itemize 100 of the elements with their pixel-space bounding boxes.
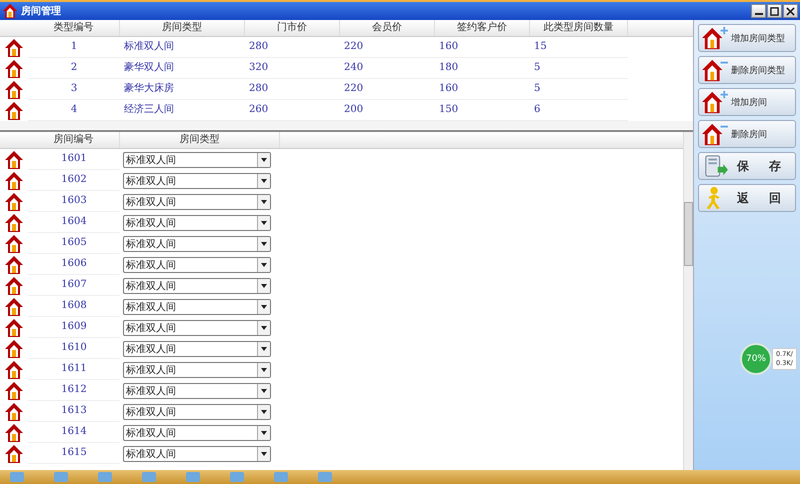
close-button[interactable] bbox=[783, 4, 798, 18]
table-cell: 15 bbox=[530, 37, 628, 58]
column-header[interactable]: 门市价 bbox=[245, 20, 340, 36]
house-icon bbox=[4, 150, 24, 170]
house-icon bbox=[4, 212, 24, 232]
room-type-dropdown[interactable]: 标准双人间 bbox=[123, 214, 271, 230]
action-button[interactable]: 返 回 bbox=[698, 184, 796, 212]
table-cell: 1611 bbox=[28, 359, 120, 380]
table-cell: 1603 bbox=[28, 191, 120, 212]
room-type-dropdown[interactable]: 标准双人间 bbox=[123, 194, 271, 210]
table-cell: 220 bbox=[340, 79, 435, 100]
house-icon bbox=[4, 296, 24, 316]
dropdown-arrow-icon bbox=[261, 410, 267, 414]
dropdown-arrow-icon bbox=[261, 346, 267, 350]
minimize-icon bbox=[754, 13, 762, 15]
house-icon bbox=[4, 192, 24, 212]
minimize-button[interactable] bbox=[751, 4, 766, 18]
app-icon[interactable] bbox=[318, 472, 332, 482]
action-button[interactable]: 删除房间 bbox=[698, 120, 796, 148]
room-type-dropdown[interactable]: 标准双人间 bbox=[123, 404, 271, 420]
column-header[interactable]: 房间类型 bbox=[120, 20, 245, 36]
action-button[interactable]: 删除房间类型 bbox=[698, 56, 796, 84]
table-cell: 1608 bbox=[28, 296, 120, 317]
table-cell: 160 bbox=[435, 37, 530, 58]
dropdown-arrow-icon bbox=[261, 284, 267, 288]
scrollbar[interactable] bbox=[683, 132, 693, 470]
column-header[interactable]: 类型编号 bbox=[28, 20, 120, 36]
room-type-dropdown[interactable]: 标准双人间 bbox=[123, 362, 271, 378]
dropdown-arrow-icon bbox=[261, 262, 267, 266]
house-icon bbox=[4, 318, 24, 338]
column-header[interactable]: 房间类型 bbox=[120, 132, 280, 148]
table-cell: 2 bbox=[28, 58, 120, 79]
table-cell: 1604 bbox=[28, 212, 120, 233]
table-cell: 160 bbox=[435, 79, 530, 100]
table-cell: 1612 bbox=[28, 380, 120, 401]
house-icon bbox=[4, 402, 24, 422]
house-icon bbox=[4, 100, 24, 120]
room-type-dropdown[interactable]: 标准双人间 bbox=[123, 340, 271, 356]
dropdown-arrow-icon bbox=[261, 178, 267, 182]
table-cell: 320 bbox=[245, 58, 340, 79]
scrollbar[interactable] bbox=[0, 121, 693, 129]
dropdown-arrow-icon bbox=[261, 430, 267, 434]
table-cell: 标准双人间 bbox=[120, 37, 245, 58]
house-plus-icon bbox=[701, 90, 729, 114]
room-type-dropdown[interactable]: 标准双人间 bbox=[123, 298, 271, 314]
house-icon bbox=[4, 80, 24, 100]
close-icon bbox=[786, 6, 795, 16]
room-type-dropdown[interactable]: 标准双人间 bbox=[123, 320, 271, 336]
app-icon[interactable] bbox=[142, 472, 156, 482]
house-minus-icon bbox=[701, 122, 729, 146]
table-cell: 豪华双人间 bbox=[120, 58, 245, 79]
room-type-dropdown[interactable]: 标准双人间 bbox=[123, 446, 271, 462]
room-type-dropdown[interactable]: 标准双人间 bbox=[123, 172, 271, 188]
house-minus-icon bbox=[701, 58, 729, 82]
room-type-dropdown[interactable]: 标准双人间 bbox=[123, 236, 271, 252]
table-cell: 1601 bbox=[28, 149, 120, 170]
action-button[interactable]: 增加房间类型 bbox=[698, 24, 796, 52]
table-cell: 5 bbox=[530, 58, 628, 79]
column-header[interactable]: 会员价 bbox=[340, 20, 435, 36]
table-cell: 1605 bbox=[28, 233, 120, 254]
room-type-dropdown[interactable]: 标准双人间 bbox=[123, 256, 271, 272]
house-icon bbox=[2, 3, 18, 19]
dropdown-arrow-icon bbox=[261, 220, 267, 224]
table-cell: 220 bbox=[340, 37, 435, 58]
action-button[interactable]: 增加房间 bbox=[698, 88, 796, 116]
table-cell: 3 bbox=[28, 79, 120, 100]
app-icon[interactable] bbox=[10, 472, 24, 482]
house-icon bbox=[4, 380, 24, 400]
column-header[interactable]: 签约客户价 bbox=[435, 20, 530, 36]
app-icon[interactable] bbox=[98, 472, 112, 482]
maximize-button[interactable] bbox=[767, 4, 782, 18]
table-cell: 240 bbox=[340, 58, 435, 79]
house-plus-icon bbox=[701, 26, 729, 50]
room-type-dropdown[interactable]: 标准双人间 bbox=[123, 278, 271, 294]
column-header[interactable]: 此类型房间数量 bbox=[530, 20, 628, 36]
room-type-dropdown[interactable]: 标准双人间 bbox=[123, 424, 271, 440]
house-icon bbox=[4, 338, 24, 358]
table-cell: 1607 bbox=[28, 275, 120, 296]
table-cell: 280 bbox=[245, 37, 340, 58]
table-cell: 1609 bbox=[28, 317, 120, 338]
table-cell: 180 bbox=[435, 58, 530, 79]
table-cell: 1602 bbox=[28, 170, 120, 191]
dropdown-arrow-icon bbox=[261, 304, 267, 308]
house-icon bbox=[4, 58, 24, 78]
app-icon[interactable] bbox=[54, 472, 68, 482]
room-type-dropdown[interactable]: 标准双人间 bbox=[123, 152, 271, 168]
app-icon[interactable] bbox=[186, 472, 200, 482]
action-button[interactable]: 保 存 bbox=[698, 152, 796, 180]
dropdown-arrow-icon bbox=[261, 452, 267, 456]
table-cell: 5 bbox=[530, 79, 628, 100]
app-icon[interactable] bbox=[230, 472, 244, 482]
app-icon[interactable] bbox=[274, 472, 288, 482]
table-cell: 1610 bbox=[28, 338, 120, 359]
dropdown-arrow-icon bbox=[261, 158, 267, 162]
house-icon bbox=[4, 360, 24, 380]
dropdown-arrow-icon bbox=[261, 242, 267, 246]
room-type-dropdown[interactable]: 标准双人间 bbox=[123, 382, 271, 398]
dropdown-arrow-icon bbox=[261, 388, 267, 392]
house-icon bbox=[4, 276, 24, 296]
column-header[interactable]: 房间编号 bbox=[28, 132, 120, 148]
